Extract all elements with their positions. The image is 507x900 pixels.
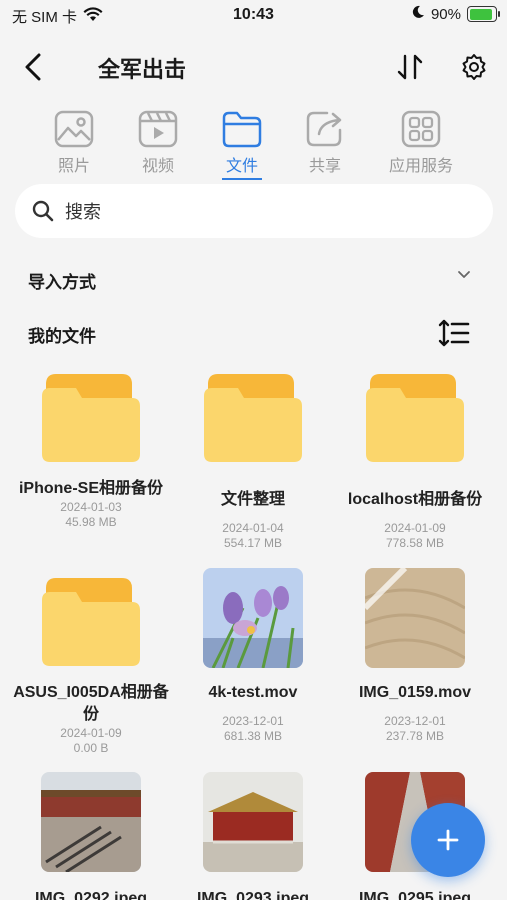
folder-icon bbox=[42, 578, 140, 666]
file-name: localhost相册备份 bbox=[347, 491, 483, 508]
flower-photo bbox=[203, 568, 303, 668]
my-files-header: 我的文件 bbox=[0, 310, 507, 356]
tab-photos[interactable]: 照片 bbox=[34, 110, 114, 176]
tab-label: 文件 bbox=[225, 158, 258, 175]
folder-icon bbox=[366, 374, 464, 462]
status-right: 90% bbox=[411, 5, 500, 23]
tab-videos[interactable]: 视频 bbox=[118, 110, 198, 176]
tab-share[interactable]: 共享 bbox=[285, 110, 365, 176]
file-date: 2024-01-09 bbox=[60, 726, 122, 740]
file-item[interactable]: 文件整理 2024-01-04 554.17 MB bbox=[172, 368, 334, 551]
file-size: 681.38 MB bbox=[223, 729, 283, 743]
plus-icon bbox=[437, 829, 459, 851]
folder-thumbnail bbox=[203, 368, 303, 468]
file-name: iPhone-SE相册备份 bbox=[18, 480, 163, 497]
nav-bar: 全军出击 bbox=[0, 44, 507, 90]
file-name: IMG_0292.jpeg bbox=[34, 890, 148, 900]
file-name: 4k-test.mov bbox=[208, 684, 298, 701]
palace-photo bbox=[203, 772, 303, 872]
battery-icon bbox=[467, 6, 500, 22]
chevron-left-icon bbox=[25, 53, 41, 81]
file-date: 2023-12-01 bbox=[384, 714, 446, 728]
wood-photo bbox=[365, 568, 465, 668]
file-item[interactable]: 4k-test.mov 2023-12-01 681.38 MB bbox=[172, 568, 334, 744]
video-thumbnail bbox=[203, 568, 303, 668]
category-tabs: 照片 视频 文件 共享 应用服务 bbox=[0, 110, 507, 180]
moon-icon bbox=[411, 5, 425, 23]
search-icon bbox=[32, 200, 54, 222]
file-name: IMG_0295.jpeg bbox=[358, 890, 472, 900]
file-date: 2024-01-09 bbox=[384, 521, 446, 535]
folder-thumbnail bbox=[41, 572, 141, 672]
settings-button[interactable] bbox=[457, 50, 491, 84]
video-icon bbox=[138, 110, 178, 148]
file-size: 554.17 MB bbox=[223, 536, 283, 550]
file-item[interactable]: IMG_0159.mov 2023-12-01 237.78 MB bbox=[334, 568, 496, 744]
sort-arrows-icon bbox=[397, 54, 423, 80]
file-item[interactable]: ASUS_I005DA相册备份 2024-01-09 0.00 B bbox=[10, 572, 172, 756]
folder-thumbnail bbox=[41, 368, 141, 468]
back-button[interactable] bbox=[18, 50, 48, 84]
palace-photo bbox=[41, 772, 141, 872]
search-placeholder: 搜索 bbox=[65, 202, 101, 222]
share-icon bbox=[306, 111, 342, 147]
apps-grid-icon bbox=[401, 110, 441, 148]
photo-icon bbox=[54, 110, 94, 148]
file-size: 0.00 B bbox=[73, 741, 109, 755]
battery-percent: 90% bbox=[430, 5, 461, 23]
file-date: 2023-12-01 bbox=[222, 714, 284, 728]
sort-list-icon bbox=[438, 319, 470, 347]
file-name: 文件整理 bbox=[220, 491, 285, 508]
folder-icon bbox=[222, 111, 262, 148]
add-button[interactable] bbox=[411, 803, 485, 877]
status-bar: 无 SIM 卡 10:43 90% bbox=[0, 0, 507, 32]
file-size: 45.98 MB bbox=[65, 515, 117, 529]
chevron-down-icon bbox=[458, 271, 470, 278]
tab-app-services[interactable]: 应用服务 bbox=[381, 110, 461, 176]
sort-order-button[interactable] bbox=[438, 318, 470, 353]
file-date: 2024-01-04 bbox=[222, 521, 284, 535]
image-thumbnail bbox=[41, 772, 141, 872]
folder-thumbnail bbox=[365, 368, 465, 468]
file-item[interactable]: IMG_0292.jpeg bbox=[10, 772, 172, 900]
active-tab-indicator bbox=[222, 178, 262, 180]
my-files-label: 我的文件 bbox=[28, 327, 96, 346]
file-name: ASUS_I005DA相册备份 bbox=[13, 684, 169, 723]
file-size: 778.58 MB bbox=[385, 536, 445, 550]
video-thumbnail bbox=[365, 568, 465, 668]
import-method-label: 导入方式 bbox=[28, 273, 96, 292]
tab-label: 应用服务 bbox=[388, 158, 453, 175]
folder-icon bbox=[42, 374, 140, 462]
image-thumbnail bbox=[203, 772, 303, 872]
sort-toggle-button[interactable] bbox=[394, 50, 426, 84]
file-date: 2024-01-03 bbox=[60, 500, 122, 514]
tab-label: 视频 bbox=[141, 158, 174, 175]
file-item[interactable]: iPhone-SE相册备份 2024-01-03 45.98 MB bbox=[10, 368, 172, 530]
folder-icon bbox=[204, 374, 302, 462]
gear-icon bbox=[462, 54, 486, 80]
page-title: 全军出击 bbox=[98, 57, 187, 82]
file-item[interactable]: localhost相册备份 2024-01-09 778.58 MB bbox=[334, 368, 496, 551]
file-size: 237.78 MB bbox=[385, 729, 445, 743]
search-input[interactable]: 搜索 bbox=[15, 184, 493, 238]
file-name: IMG_0159.mov bbox=[358, 684, 472, 701]
import-method-row[interactable]: 导入方式 bbox=[0, 256, 507, 302]
file-name: IMG_0293.jpeg bbox=[196, 890, 310, 900]
tab-label: 共享 bbox=[308, 158, 341, 175]
file-item[interactable]: IMG_0293.jpeg bbox=[172, 772, 334, 900]
tab-label: 照片 bbox=[57, 158, 90, 175]
tab-files[interactable]: 文件 bbox=[202, 110, 282, 180]
battery-fill bbox=[469, 8, 492, 20]
